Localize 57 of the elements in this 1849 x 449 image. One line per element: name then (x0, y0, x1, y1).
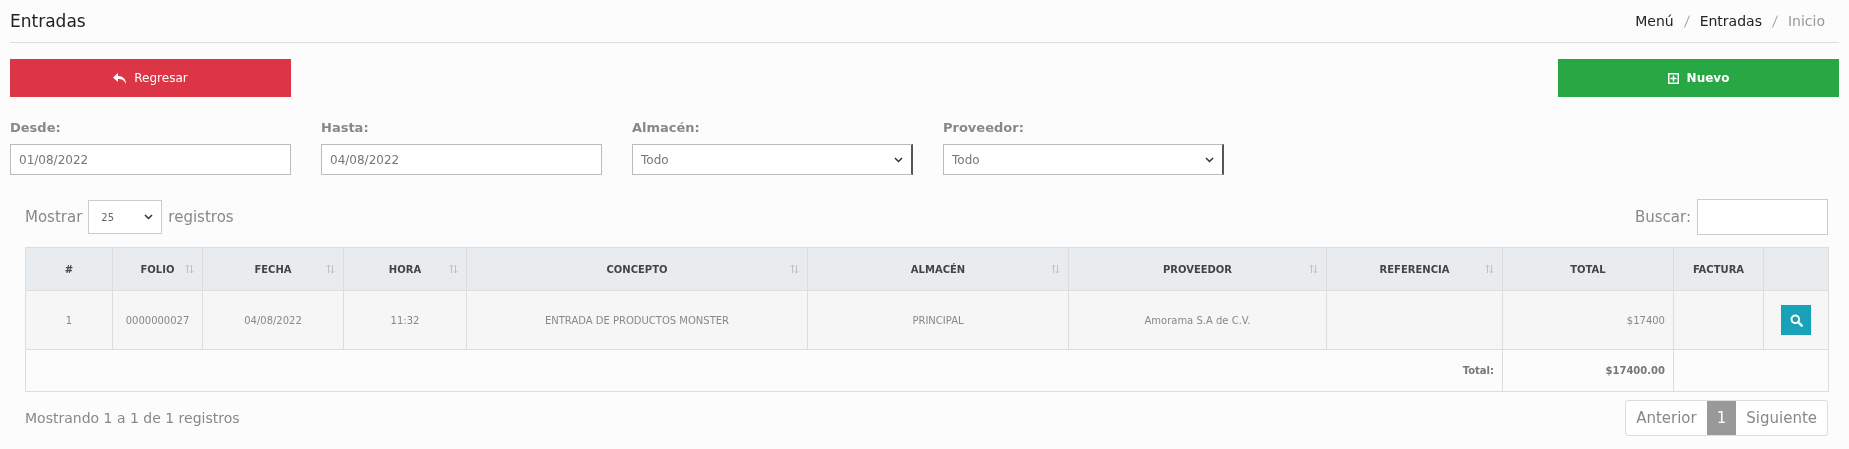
table-cell: $17400 (1502, 290, 1674, 350)
column-header: TOTAL (1502, 247, 1674, 291)
date-field[interactable]: 01/08/2022 (10, 144, 291, 175)
chevron-down-icon (144, 214, 154, 220)
breadcrumb-separator-icon (1771, 14, 1778, 28)
select-field[interactable]: Todo (632, 144, 913, 175)
search-button[interactable] (1781, 305, 1811, 335)
back-button[interactable]: Regresar (10, 59, 291, 97)
search-label: Buscar: (1635, 208, 1691, 226)
column-header[interactable]: FECHA (202, 247, 344, 291)
previous-page-link[interactable]: Anterior (1626, 401, 1707, 435)
next-page-link[interactable]: Siguiente (1736, 401, 1827, 435)
column-header: # (25, 247, 113, 291)
breadcrumb-link[interactable]: Menú (1635, 13, 1674, 29)
table-cell: 0000000027 (112, 290, 203, 350)
page-size-select[interactable]: 25 (88, 200, 163, 234)
field-label: Almacén: (632, 120, 701, 137)
page-title: Entradas (10, 11, 86, 31)
new-button[interactable]: Nuevo (1558, 59, 1839, 97)
column-header[interactable]: PROVEEDOR (1068, 247, 1327, 291)
search-field[interactable] (1697, 199, 1828, 235)
column-header[interactable]: FOLIO (112, 247, 203, 291)
date-field[interactable]: 04/08/2022 (321, 144, 602, 175)
column-header[interactable]: REFERENCIA (1326, 247, 1503, 291)
breadcrumb-separator-icon (1683, 14, 1690, 28)
sort-icon (1485, 264, 1494, 274)
records-label: registros (168, 208, 234, 226)
sort-icon (790, 264, 799, 274)
table-cell: ENTRADA DE PRODUCTOS MONSTER (466, 290, 808, 350)
plus-square-icon (1667, 72, 1679, 84)
column-header[interactable]: HORA (343, 247, 467, 291)
field-label: Proveedor: (943, 120, 1025, 137)
sort-icon (326, 264, 335, 274)
column-header: FACTURA (1673, 247, 1764, 291)
sort-icon (1309, 264, 1318, 274)
total-label: Total: (1462, 365, 1494, 376)
sort-icon (185, 264, 194, 274)
reply-arrow-icon (113, 72, 127, 84)
table-cell: 11:32 (343, 290, 467, 350)
total-value: $17400.00 (1605, 365, 1665, 376)
table-cell: 1 (25, 290, 113, 350)
search-icon (1789, 313, 1803, 327)
breadcrumb-link[interactable]: Entradas (1699, 13, 1762, 29)
sort-icon (449, 264, 458, 274)
show-label: Mostrar (25, 208, 83, 226)
sort-icon (1051, 264, 1060, 274)
column-header[interactable]: CONCEPTO (466, 247, 808, 291)
chevron-down-icon (1205, 156, 1214, 163)
table-info: Mostrando 1 a 1 de 1 registros (25, 410, 240, 426)
chevron-down-icon (894, 156, 903, 163)
column-header[interactable]: ALMACÉN (807, 247, 1069, 291)
table-cell: 04/08/2022 (202, 290, 344, 350)
field-label: Desde: (10, 120, 62, 137)
select-field[interactable]: Todo (943, 144, 1224, 175)
field-label: Hasta: (321, 120, 370, 137)
table-cell: Amorama S.A de C.V. (1068, 290, 1327, 350)
table-cell: PRINCIPAL (807, 290, 1069, 350)
